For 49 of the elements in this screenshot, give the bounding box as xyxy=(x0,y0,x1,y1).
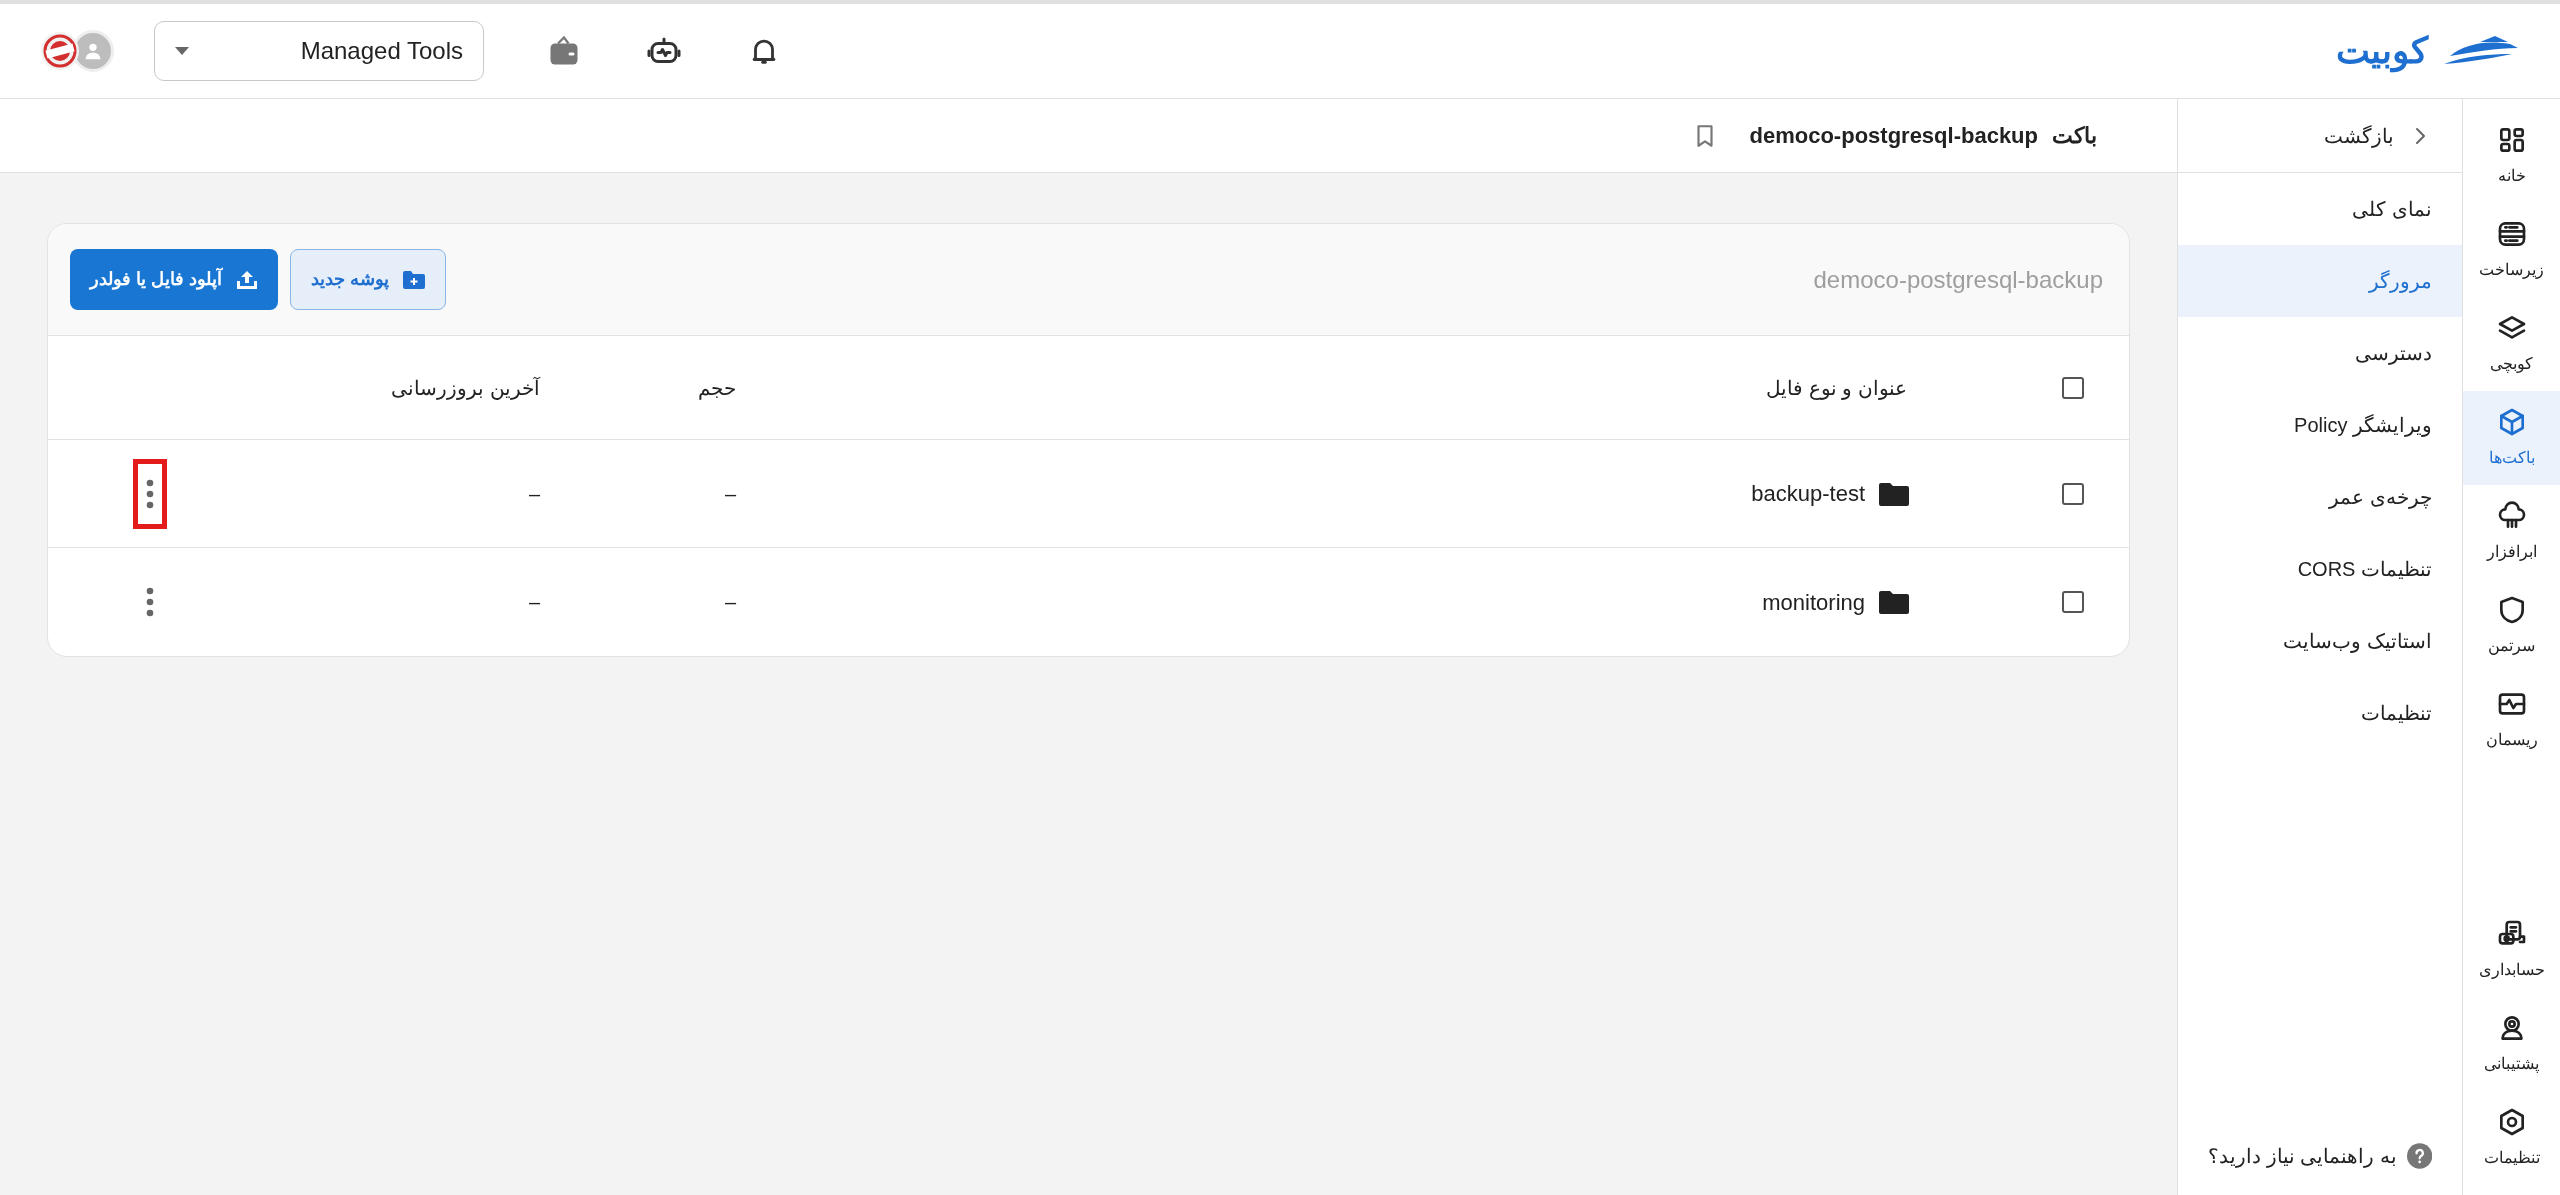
more-button[interactable] xyxy=(133,458,167,529)
folder-plus-icon xyxy=(403,269,426,290)
rail-item[interactable]: ابرافزار xyxy=(2463,485,2560,579)
rail-item[interactable]: تنظیمات xyxy=(2463,1091,2560,1185)
sidebar-item[interactable]: چرخه‌ی عمر xyxy=(2178,461,2462,533)
back-button[interactable]: بازگشت xyxy=(2178,99,2462,173)
bucket-name: democo-postgresql-backup xyxy=(1749,122,2038,150)
sidebar-item[interactable]: تنظیمات CORS xyxy=(2178,533,2462,605)
rail-item[interactable]: زیرساخت xyxy=(2463,203,2560,297)
folder-icon xyxy=(1879,481,1909,506)
sidebar-item[interactable]: نمای کلی xyxy=(2178,173,2462,245)
caret-icon xyxy=(175,47,189,55)
rail-item[interactable]: کوبچی xyxy=(2463,297,2560,391)
sidebar-item[interactable]: تنظیمات xyxy=(2178,677,2462,749)
size-cell: – xyxy=(724,591,736,613)
upload-button[interactable]: آپلود فایل یا فولدر xyxy=(70,249,278,310)
upload-icon xyxy=(236,268,258,291)
updated-cell: – xyxy=(528,591,540,613)
checkbox[interactable] xyxy=(2062,482,2084,505)
sidebar-item[interactable]: مرورگر xyxy=(2178,245,2462,317)
folder-path: democo-postgresql-backup xyxy=(1813,264,2104,295)
sidebar-item[interactable]: ویرایشگر Policy xyxy=(2178,389,2462,461)
rail-item[interactable]: ریسمان xyxy=(2463,673,2560,767)
size-cell: – xyxy=(724,482,736,505)
checkbox[interactable] xyxy=(2062,376,2084,399)
stamp-icon xyxy=(40,31,80,71)
folder-icon xyxy=(1879,590,1909,614)
sidebar-item[interactable]: دسترسی xyxy=(2178,317,2462,389)
file-name[interactable]: monitoring xyxy=(1762,585,1865,619)
project-select[interactable]: Managed Tools xyxy=(154,21,484,81)
rail-item[interactable]: حسابداری xyxy=(2463,903,2560,997)
column-header: عنوان و نوع فایل xyxy=(1766,376,1907,399)
breadcrumb-label: باکت xyxy=(2052,122,2097,150)
rail-item[interactable]: سرتمن xyxy=(2463,579,2560,673)
logo-text: کوبیت xyxy=(2336,29,2428,75)
help-link[interactable]: به راهنمایی نیاز دارید؟ xyxy=(2178,1141,2462,1171)
column-header: حجم xyxy=(698,376,736,399)
checkbox[interactable] xyxy=(2062,591,2084,613)
column-header: آخرین بروزرسانی xyxy=(391,376,540,399)
sidebar-item[interactable]: استاتیک وب‌سایت xyxy=(2178,605,2462,677)
kebab-icon xyxy=(146,587,154,617)
question-icon xyxy=(2406,1142,2432,1170)
file-name[interactable]: backup-test xyxy=(1751,477,1865,510)
updated-cell: – xyxy=(528,482,540,505)
rail-item[interactable]: باکت‌ها xyxy=(2463,391,2560,485)
rail-item[interactable]: خانه xyxy=(2463,109,2560,203)
new-folder-button[interactable]: پوشه جدید xyxy=(290,249,447,310)
rail-item[interactable]: پشتیبانی xyxy=(2463,997,2560,1091)
kebab-icon xyxy=(146,478,154,509)
